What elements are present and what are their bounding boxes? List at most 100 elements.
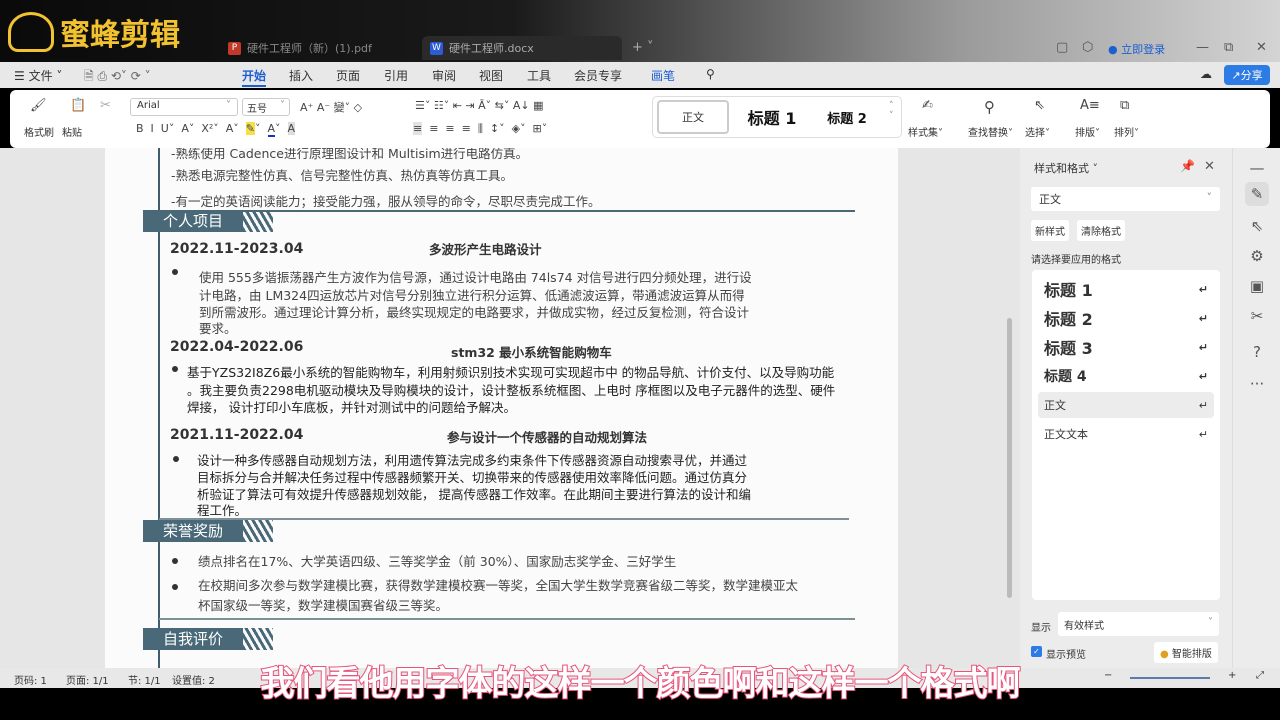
style-normal[interactable]: 正文: [657, 100, 729, 134]
search-icon[interactable]: ⚲: [706, 67, 715, 81]
project-desc-line: 使用 555多谐振荡器产生方波作为信号源，通过设计电路由 74ls74 对信号进…: [199, 270, 752, 285]
window-icon[interactable]: ▢: [1056, 40, 1068, 55]
style-heading-2[interactable]: 标题 2: [815, 100, 879, 134]
project-desc-line: 基于YZS32I8Z6最小系统的智能购物车，利用射频识别技术实现可实现超市中 的…: [187, 365, 835, 380]
new-style-button[interactable]: 新样式: [1031, 220, 1069, 241]
stripe-decoration: [243, 628, 273, 650]
menu-vip[interactable]: 会员专享: [574, 67, 622, 84]
show-label: 显示: [1031, 623, 1051, 634]
menu-reference[interactable]: 引用: [384, 67, 408, 84]
style-name: 正文文本: [1044, 428, 1088, 441]
cut-icon[interactable]: ✂: [100, 98, 111, 113]
size-value: 五号: [247, 104, 267, 115]
select-button[interactable]: 选择˅: [1025, 124, 1050, 139]
gallery-scroll[interactable]: ˄ ˅: [889, 101, 894, 121]
award-line: 在校期间多次参与数学建模比赛，获得数学建模校赛一等奖，全国大学生数学竞赛省级二等…: [198, 578, 799, 593]
sliders-icon[interactable]: ⚙: [1245, 244, 1269, 268]
font-size-select[interactable]: 五号 ˅: [242, 98, 290, 116]
style-name: 标题 4: [1044, 369, 1087, 385]
style-item-heading-1[interactable]: 标题 1 ↵: [1038, 276, 1214, 302]
menu-pen[interactable]: 画笔: [651, 67, 675, 84]
right-sidebar: — ✎ ⇖ ⚙ ▣ ✂ ? ···: [1232, 148, 1280, 668]
menu-view[interactable]: 视图: [479, 67, 503, 84]
login-button[interactable]: ● 立即登录: [1108, 41, 1165, 57]
paste-icon: 📋: [70, 98, 87, 113]
style-item-body-text[interactable]: 正文文本 ↵: [1038, 421, 1214, 447]
tab-pdf[interactable]: P 硬件工程师（新）(1).pdf: [220, 36, 380, 60]
collapse-icon[interactable]: —: [1245, 156, 1269, 180]
style-item-heading-4[interactable]: 标题 4 ↵: [1038, 363, 1214, 389]
style-item-normal[interactable]: 正文 ↵: [1038, 392, 1214, 418]
cloud-icon[interactable]: ☁: [1200, 67, 1212, 81]
pen-icon[interactable]: ✎: [1245, 182, 1269, 206]
stripe-decoration: [243, 520, 273, 542]
style-item-heading-2[interactable]: 标题 2 ↵: [1038, 305, 1214, 331]
tab-label: 硬件工程师.docx: [449, 42, 534, 55]
list-indent-icons[interactable]: ☰˅ ☷˅ ⇤ ⇥ Ā˅ ⇆˅ A↓ ▦: [415, 99, 544, 112]
image-edit-icon[interactable]: ▣: [1245, 274, 1269, 298]
style-name: 标题 3: [1044, 339, 1093, 358]
align-icons[interactable]: ≡ ≡ ≡ ≡ ⫼ ↕˅ ◈˅ ⊞˅: [413, 122, 547, 136]
style-item-heading-3[interactable]: 标题 3 ↵: [1038, 334, 1214, 360]
format-painter-button[interactable]: 格式刷: [24, 124, 54, 139]
new-tab-button[interactable]: + ˅: [632, 40, 654, 55]
menu-review[interactable]: 审阅: [432, 67, 456, 84]
find-replace-button[interactable]: 查找替换˅: [968, 124, 1013, 139]
close-button[interactable]: ✕: [1256, 40, 1267, 55]
show-select[interactable]: 有效样式 ˅: [1058, 612, 1219, 636]
close-panel-icon[interactable]: ✕: [1204, 159, 1215, 174]
font-family-select[interactable]: Arial ˅: [130, 98, 238, 116]
style-set-icon: ✍: [922, 98, 933, 113]
help-icon[interactable]: ?: [1245, 340, 1269, 364]
cursor-icon[interactable]: ⇖: [1245, 214, 1269, 238]
style-set-button[interactable]: 样式集˅: [908, 124, 943, 139]
style-gallery: 正文 标题 1 标题 2 ˄ ˅: [652, 96, 902, 138]
document-page[interactable]: -熟练使用 Cadence进行原理图设计和 Multisim进行电路仿真。 -熟…: [105, 148, 898, 668]
tab-docx[interactable]: W 硬件工程师.docx: [422, 36, 622, 60]
project-desc-line: 到所需波形。通过理论计算分析，最终实现规定的电路要求，并做成实物，经过反复检测，…: [199, 305, 750, 320]
minimize-button[interactable]: —: [1196, 40, 1209, 55]
bullet: [172, 269, 178, 275]
pin-icon[interactable]: 📌: [1180, 159, 1195, 173]
project-date: 2022.11-2023.04: [170, 241, 304, 257]
share-button[interactable]: ↗ 分享: [1224, 65, 1270, 85]
arrange-button[interactable]: 排列˅: [1114, 124, 1139, 139]
login-label: 立即登录: [1121, 43, 1166, 56]
clear-format-button[interactable]: 清除格式: [1077, 220, 1125, 241]
bullet: [172, 558, 178, 564]
style-heading-1[interactable]: 标题 1: [737, 100, 807, 134]
section-header-awards: 荣誉奖励: [143, 520, 273, 542]
bullet: [173, 456, 179, 462]
panel-title[interactable]: 样式和格式 ˅: [1034, 160, 1098, 176]
section-title: 个人项目: [143, 210, 243, 232]
section-title: 自我评价: [143, 628, 243, 650]
cube-icon[interactable]: ⬡: [1082, 40, 1093, 55]
text-format-icons[interactable]: B I U˅ A˅ X²˅ A˅ ✎˅ A˅ A: [136, 122, 296, 137]
menu-page[interactable]: 页面: [336, 67, 360, 84]
return-icon: ↵: [1198, 398, 1208, 412]
panel-title-label: 样式和格式: [1034, 162, 1089, 175]
project-date: 2022.04-2022.06: [170, 339, 304, 355]
layout-button[interactable]: 排版˅: [1075, 124, 1100, 139]
section-divider: [159, 618, 855, 620]
project-date: 2021.11-2022.04: [170, 427, 304, 443]
menu-tools[interactable]: 工具: [527, 67, 551, 84]
font-grow-shrink-icons[interactable]: A⁺ A⁻ 變˅ ◇: [300, 99, 362, 115]
current-style-select[interactable]: 正文 ˅: [1031, 187, 1220, 211]
more-icon[interactable]: ···: [1245, 372, 1269, 396]
menu-home[interactable]: 开始: [242, 67, 267, 87]
quick-access-icons[interactable]: 🗎 ⎙ ⟲˅ ⟳ ˅: [84, 67, 151, 88]
find-replace-label: 查找替换: [968, 128, 1008, 139]
paste-button[interactable]: 粘贴: [62, 124, 82, 139]
vertical-scrollbar[interactable]: [1007, 318, 1012, 598]
maximize-button[interactable]: ⧉: [1224, 40, 1233, 55]
show-value: 有效样式: [1064, 621, 1104, 632]
menu-insert[interactable]: 插入: [289, 67, 313, 84]
style-name: 正文: [1044, 399, 1066, 412]
award-line: 杯国家级一等奖，数学建模国赛省级三等奖。: [198, 598, 449, 613]
title-bar: 蜜蜂剪辑 P 硬件工程师（新）(1).pdf W 硬件工程师.docx + ˅ ▢ …: [0, 0, 1280, 62]
arrange-icon: ⧉: [1120, 98, 1130, 113]
file-menu[interactable]: ☰ 文件 ˅: [14, 67, 62, 84]
tools-icon[interactable]: ✂: [1245, 304, 1269, 328]
style-list: 标题 1 ↵ 标题 2 ↵ 标题 3 ↵ 标题 4 ↵ 正文 ↵ 正文文本 ↵: [1032, 270, 1220, 600]
